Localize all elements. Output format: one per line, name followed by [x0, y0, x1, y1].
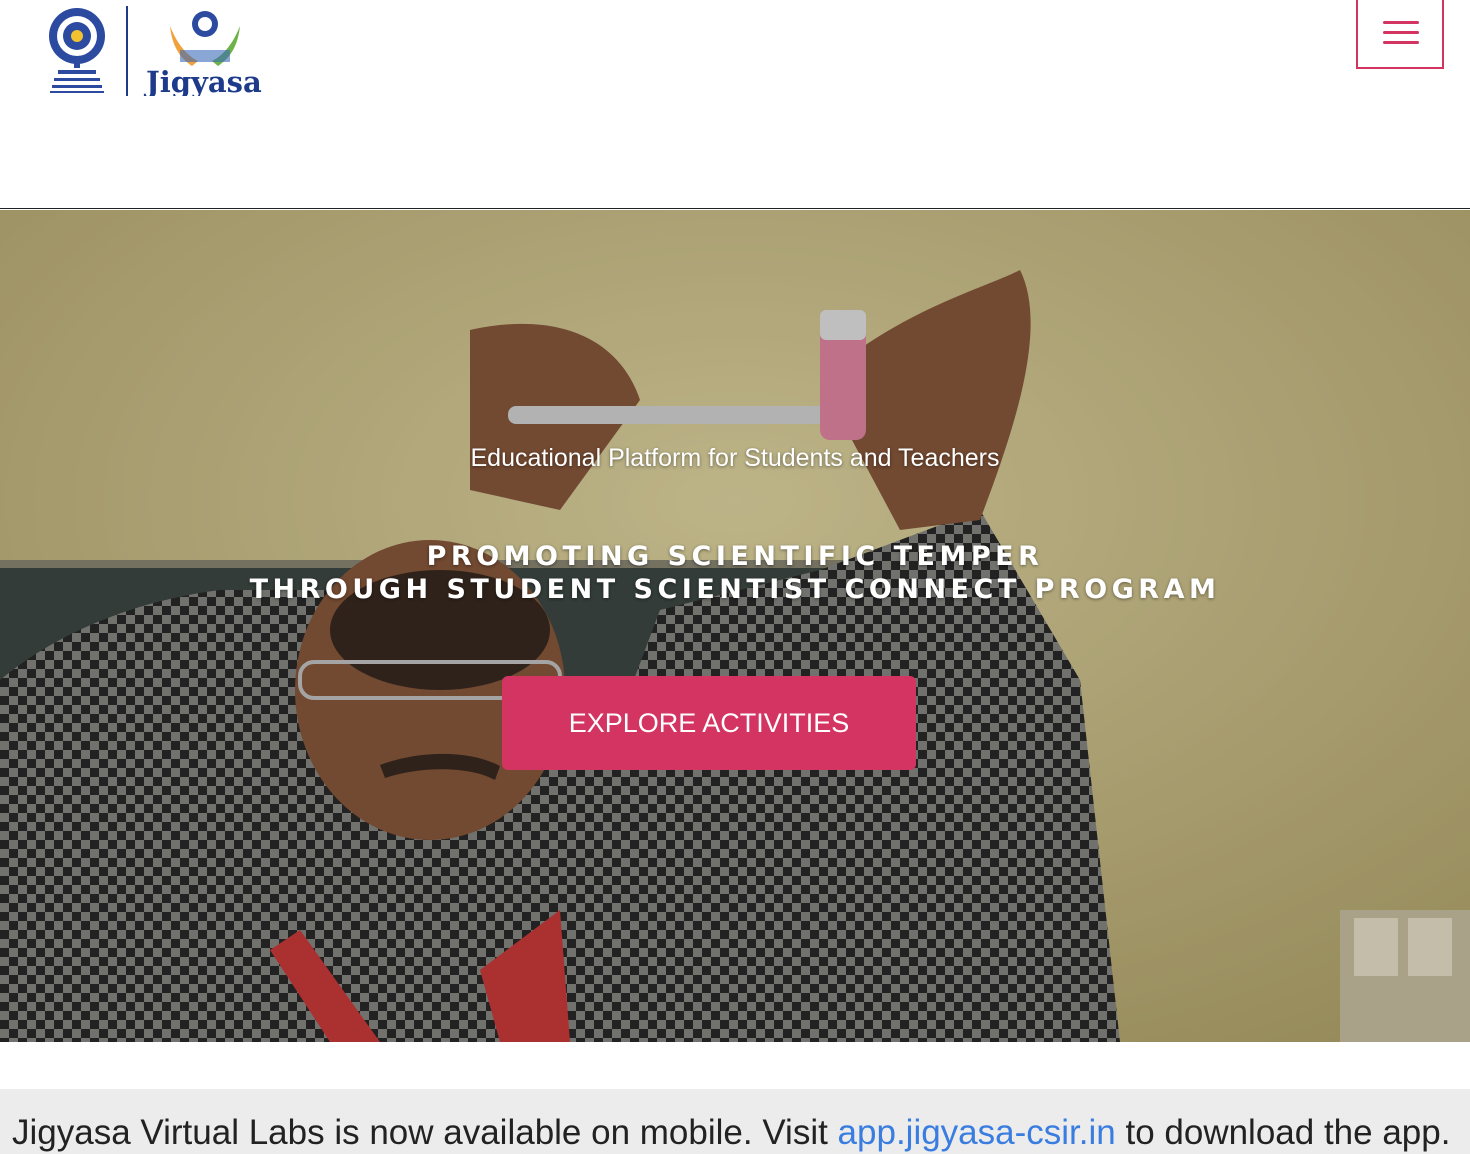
hero-subtitle: Educational Platform for Students and Te… [470, 444, 1000, 472]
hero-section: Educational Platform for Students and Te… [0, 210, 1470, 1042]
hero-title-line-1: PROMOTING SCIENTIFIC TEMPER [426, 541, 1044, 572]
app-download-link[interactable]: app.jigyasa-csir.in [838, 1113, 1116, 1152]
hero-title: PROMOTING SCIENTIFIC TEMPER THROUGH STUD… [0, 540, 1470, 606]
svg-text:Jigyasa: Jigyasa [143, 65, 262, 96]
mobile-app-notice: Jigyasa Virtual Labs is now available on… [0, 1089, 1470, 1154]
menu-button[interactable] [1356, 0, 1444, 69]
csir-logo[interactable] [44, 6, 110, 96]
logo-divider [126, 6, 128, 96]
hero-overlay [0, 210, 1470, 1042]
hamburger-menu-icon [1383, 21, 1419, 24]
site-header: Jigyasa [0, 0, 1470, 209]
hero-title-line-2: THROUGH STUDENT SCIENTIST CONNECT PROGRA… [249, 574, 1221, 605]
notice-prefix: Jigyasa Virtual Labs is now available on… [12, 1113, 838, 1152]
explore-activities-button[interactable]: EXPLORE ACTIVITIES [502, 676, 916, 770]
jigyasa-logo[interactable]: Jigyasa [140, 6, 270, 99]
notice-suffix: to download the app. [1115, 1113, 1451, 1152]
